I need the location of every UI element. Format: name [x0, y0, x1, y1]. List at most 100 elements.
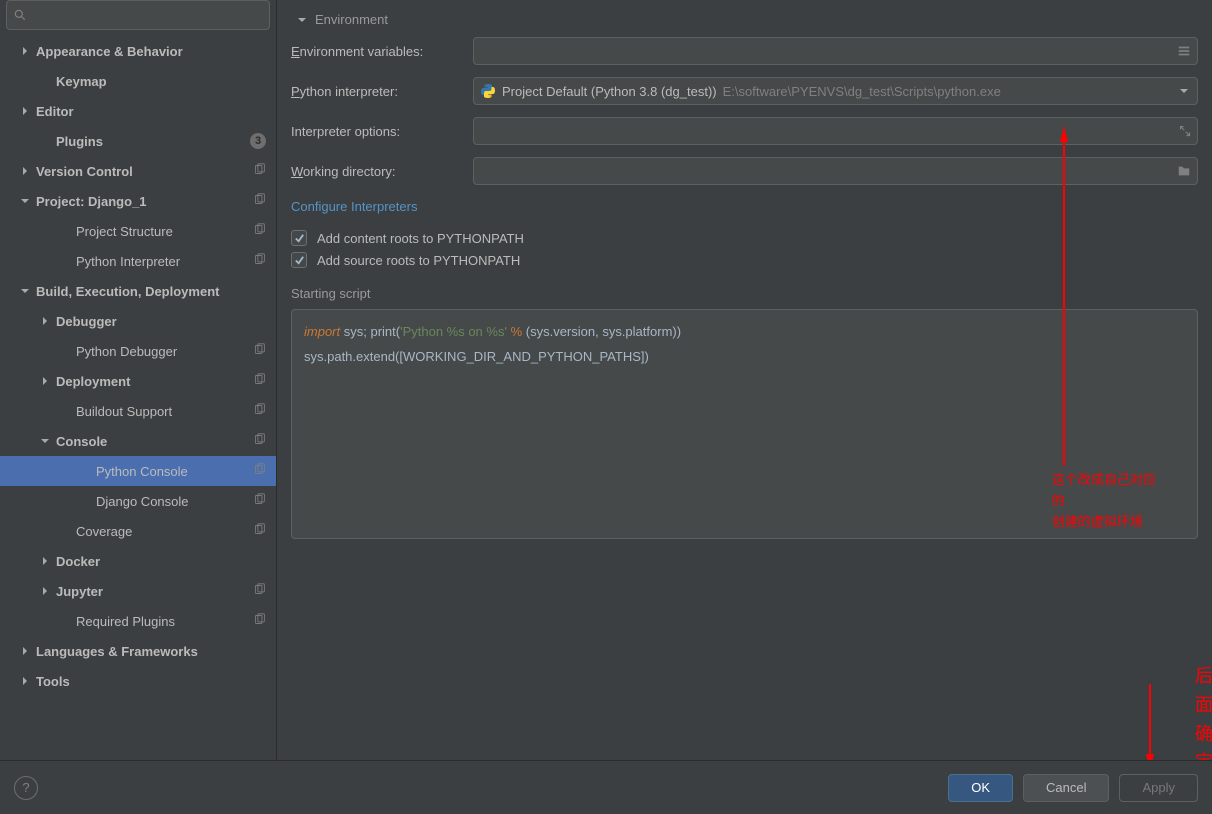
chevron-right-icon [18, 674, 32, 688]
sidebar-item-console[interactable]: Console [0, 426, 276, 456]
expand-icon[interactable] [1179, 125, 1191, 137]
sidebar-item-keymap[interactable]: Keymap [0, 66, 276, 96]
project-scope-icon [253, 163, 266, 179]
content-panel: Environment Environment variables: Pytho… [277, 0, 1212, 760]
project-scope-icon [253, 403, 266, 419]
tree-item-label: Docker [56, 554, 276, 569]
chevron-right-icon [18, 164, 32, 178]
working-directory-label: Working directory: [291, 164, 473, 179]
project-scope-icon [253, 223, 266, 239]
chevron-right-icon [18, 104, 32, 118]
settings-sidebar: Appearance & Behavior Keymap Editor Plugins… [0, 0, 277, 760]
python-interpreter-select[interactable]: Project Default (Python 3.8 (dg_test)) E… [473, 77, 1198, 105]
tree-item-label: Deployment [56, 374, 276, 389]
interpreter-value: Project Default (Python 3.8 (dg_test)) [502, 84, 717, 99]
count-badge: 3 [250, 133, 266, 149]
dialog-footer: ? OK Cancel Apply [0, 760, 1212, 814]
search-input[interactable] [6, 0, 270, 30]
chevron-down-icon [38, 434, 52, 448]
project-scope-icon [253, 253, 266, 269]
chevron-down-icon [1179, 84, 1189, 99]
checkbox-label: Add source roots to PYTHONPATH [317, 253, 520, 268]
interpreter-path: E:\software\PYENVS\dg_test\Scripts\pytho… [723, 84, 1001, 99]
section-title: Environment [315, 12, 388, 27]
sidebar-item-docker[interactable]: Docker [0, 546, 276, 576]
folder-icon[interactable] [1177, 164, 1191, 178]
env-vars-input[interactable] [473, 37, 1198, 65]
env-vars-label: Environment variables: [291, 44, 473, 59]
sidebar-item-build-execution-deployment[interactable]: Build, Execution, Deployment [0, 276, 276, 306]
apply-button[interactable]: Apply [1119, 774, 1198, 802]
configure-interpreters-link[interactable]: Configure Interpreters [291, 197, 417, 224]
tree-item-label: Python Debugger [76, 344, 276, 359]
help-button[interactable]: ? [14, 776, 38, 800]
starting-script-editor[interactable]: import sys; print('Python %s on %s' % (s… [291, 309, 1198, 539]
tree-item-label: Python Console [96, 464, 276, 479]
tree-item-label: Python Interpreter [76, 254, 276, 269]
sidebar-item-editor[interactable]: Editor [0, 96, 276, 126]
chevron-right-icon [38, 374, 52, 388]
tree-item-label: Coverage [76, 524, 276, 539]
python-interpreter-label: Python interpreter: [291, 84, 473, 99]
sidebar-item-required-plugins[interactable]: Required Plugins [0, 606, 276, 636]
project-scope-icon [253, 463, 266, 479]
tree-item-label: Debugger [56, 314, 276, 329]
tree-item-label: Required Plugins [76, 614, 276, 629]
project-scope-icon [253, 373, 266, 389]
sidebar-item-django-console[interactable]: Django Console [0, 486, 276, 516]
chevron-right-icon [18, 644, 32, 658]
working-directory-input[interactable] [473, 157, 1198, 185]
chevron-down-icon [18, 284, 32, 298]
chevron-right-icon [38, 554, 52, 568]
sidebar-item-buildout-support[interactable]: Buildout Support [0, 396, 276, 426]
sidebar-item-tools[interactable]: Tools [0, 666, 276, 696]
checkbox-checked-icon [291, 252, 307, 268]
chevron-right-icon [38, 314, 52, 328]
tree-item-label: Project: Django_1 [36, 194, 276, 209]
settings-tree: Appearance & Behavior Keymap Editor Plugins… [0, 36, 276, 696]
search-icon [13, 8, 27, 22]
sidebar-item-coverage[interactable]: Coverage [0, 516, 276, 546]
sidebar-item-python-console[interactable]: Python Console [0, 456, 276, 486]
sidebar-item-project-structure[interactable]: Project Structure [0, 216, 276, 246]
tree-item-label: Console [56, 434, 276, 449]
add-content-roots-checkbox-row[interactable]: Add content roots to PYTHONPATH [291, 230, 1198, 246]
tree-item-label: Django Console [96, 494, 276, 509]
checkbox-checked-icon [291, 230, 307, 246]
tree-item-label: Buildout Support [76, 404, 276, 419]
checkbox-label: Add content roots to PYTHONPATH [317, 231, 524, 246]
sidebar-item-deployment[interactable]: Deployment [0, 366, 276, 396]
tree-item-label: Languages & Frameworks [36, 644, 276, 659]
tree-item-label: Build, Execution, Deployment [36, 284, 276, 299]
project-scope-icon [253, 493, 266, 509]
environment-section-header[interactable]: Environment [291, 0, 1198, 37]
ok-button[interactable]: OK [948, 774, 1013, 802]
add-source-roots-checkbox-row[interactable]: Add source roots to PYTHONPATH [291, 252, 1198, 268]
sidebar-item-debugger[interactable]: Debugger [0, 306, 276, 336]
chevron-right-icon [38, 584, 52, 598]
tree-item-label: Editor [36, 104, 276, 119]
sidebar-item-python-interpreter[interactable]: Python Interpreter [0, 246, 276, 276]
tree-item-label: Appearance & Behavior [36, 44, 276, 59]
sidebar-item-plugins[interactable]: Plugins3 [0, 126, 276, 156]
sidebar-item-jupyter[interactable]: Jupyter [0, 576, 276, 606]
project-scope-icon [253, 343, 266, 359]
sidebar-item-project-django-1[interactable]: Project: Django_1 [0, 186, 276, 216]
python-icon [480, 83, 496, 99]
tree-item-label: Tools [36, 674, 276, 689]
project-scope-icon [253, 523, 266, 539]
sidebar-item-appearance-behavior[interactable]: Appearance & Behavior [0, 36, 276, 66]
interpreter-options-label: Interpreter options: [291, 124, 473, 139]
sidebar-item-python-debugger[interactable]: Python Debugger [0, 336, 276, 366]
cancel-button[interactable]: Cancel [1023, 774, 1109, 802]
interpreter-options-input[interactable] [473, 117, 1198, 145]
project-scope-icon [253, 613, 266, 629]
list-icon[interactable] [1177, 44, 1191, 58]
sidebar-item-version-control[interactable]: Version Control [0, 156, 276, 186]
annotation-text-2: 后面确定 [1195, 662, 1212, 760]
chevron-down-icon [18, 194, 32, 208]
project-scope-icon [253, 583, 266, 599]
tree-item-label: Version Control [36, 164, 276, 179]
sidebar-item-languages-frameworks[interactable]: Languages & Frameworks [0, 636, 276, 666]
tree-item-label: Project Structure [76, 224, 276, 239]
